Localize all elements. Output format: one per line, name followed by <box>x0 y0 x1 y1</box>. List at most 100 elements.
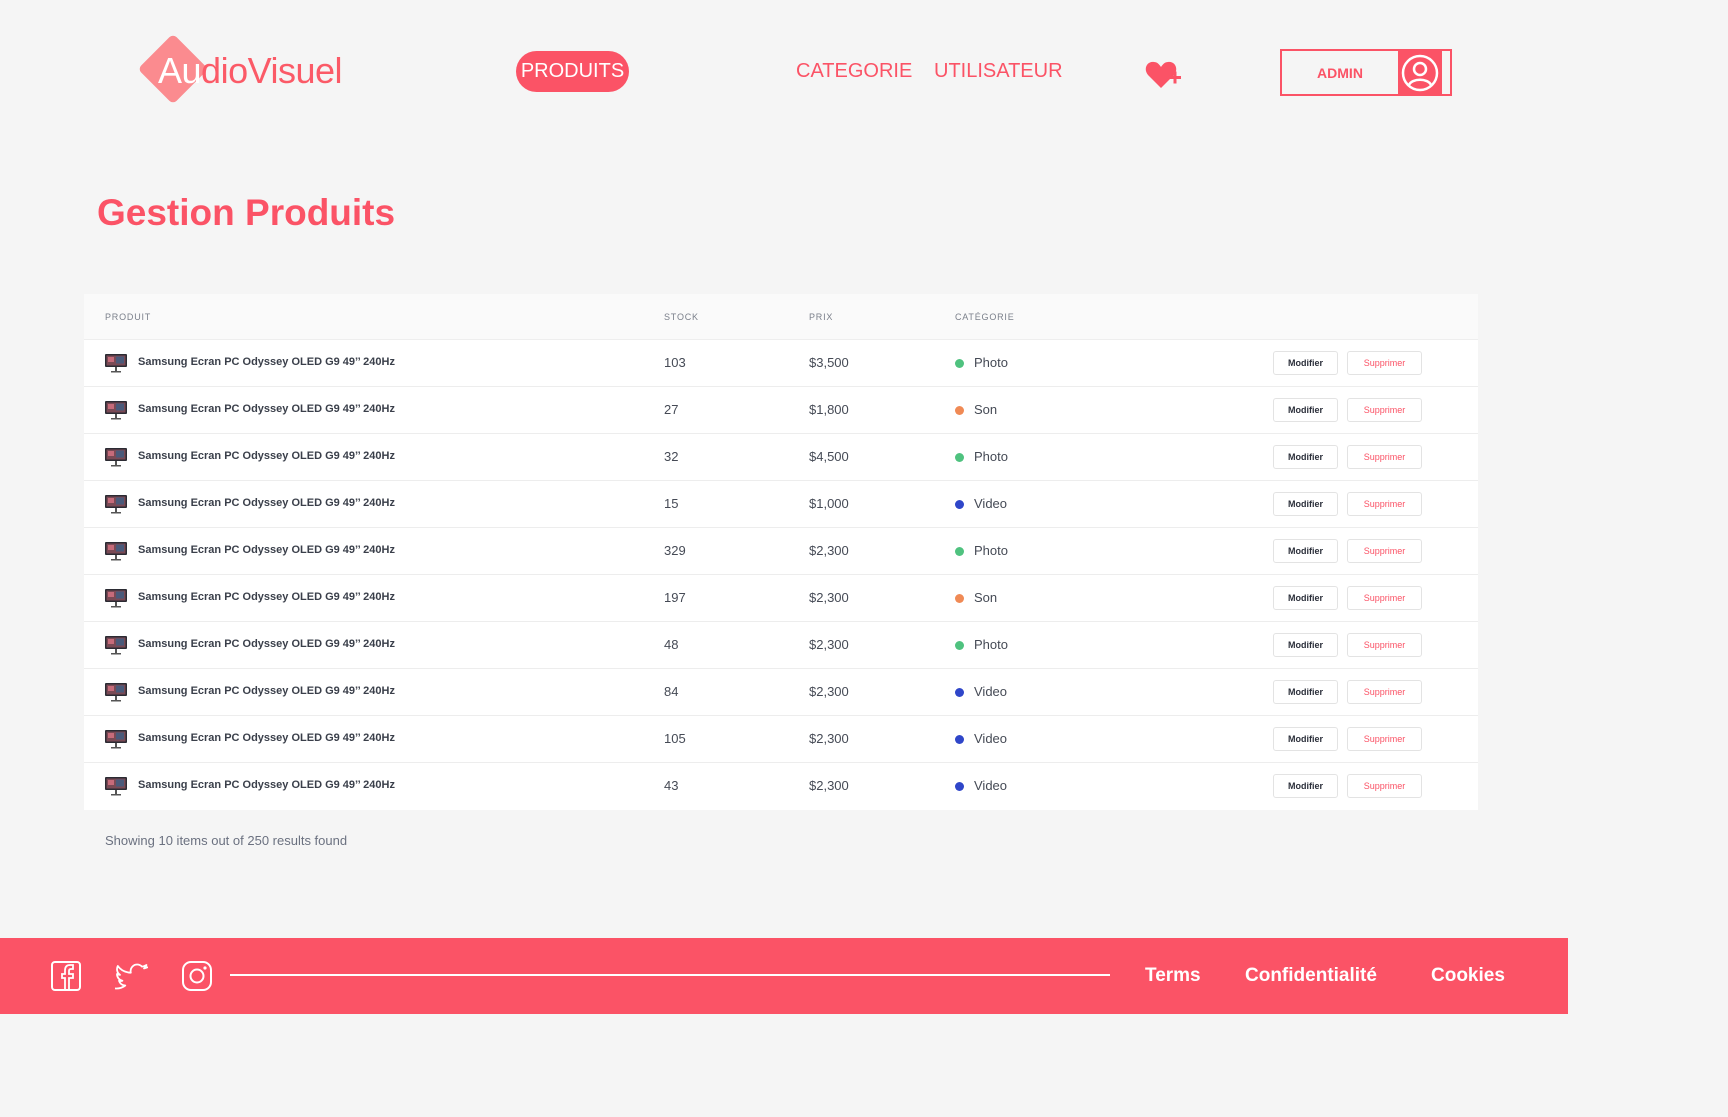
category-dot <box>955 500 964 509</box>
product-price: $2,300 <box>809 543 849 558</box>
delete-button[interactable]: Supprimer <box>1347 351 1422 375</box>
product-price: $2,300 <box>809 731 849 746</box>
product-thumbnail <box>105 588 127 608</box>
nav-produits[interactable]: PRODUITS <box>516 51 629 92</box>
user-circle-icon <box>1398 51 1442 94</box>
delete-button[interactable]: Supprimer <box>1347 586 1422 610</box>
edit-button[interactable]: Modifier <box>1273 680 1338 704</box>
product-thumbnail <box>105 400 127 420</box>
category-dot <box>955 782 964 791</box>
category-dot <box>955 547 964 556</box>
edit-button[interactable]: Modifier <box>1273 445 1338 469</box>
cookies-link[interactable]: Cookies <box>1431 965 1505 987</box>
product-category: Son <box>974 590 998 605</box>
admin-account-button[interactable]: ADMIN <box>1280 49 1452 96</box>
nav-categorie[interactable]: CATEGORIE <box>796 60 912 83</box>
delete-button[interactable]: Supprimer <box>1347 774 1422 798</box>
product-stock: 197 <box>664 590 686 605</box>
delete-button[interactable]: Supprimer <box>1347 633 1422 657</box>
product-thumbnail <box>105 682 127 702</box>
delete-button[interactable]: Supprimer <box>1347 680 1422 704</box>
logo-text: AudioVisuel <box>158 50 342 91</box>
edit-button[interactable]: Modifier <box>1273 586 1338 610</box>
category-dot <box>955 641 964 650</box>
edit-button[interactable]: Modifier <box>1273 492 1338 516</box>
delete-button[interactable]: Supprimer <box>1347 727 1422 751</box>
facebook-icon[interactable] <box>49 959 83 993</box>
table-row: Samsung Ecran PC Odyssey OLED G9 49’’ 24… <box>84 434 1478 481</box>
product-stock: 43 <box>664 778 679 793</box>
table-row: Samsung Ecran PC Odyssey OLED G9 49’’ 24… <box>84 575 1478 622</box>
category-dot <box>955 688 964 697</box>
product-stock: 329 <box>664 543 686 558</box>
product-stock: 103 <box>664 355 686 370</box>
product-stock: 15 <box>664 496 679 511</box>
product-price: $4,500 <box>809 449 849 464</box>
table-row: Samsung Ecran PC Odyssey OLED G9 49’’ 24… <box>84 481 1478 528</box>
table-row: Samsung Ecran PC Odyssey OLED G9 49’’ 24… <box>84 716 1478 763</box>
delete-button[interactable]: Supprimer <box>1347 492 1422 516</box>
product-stock: 48 <box>664 637 679 652</box>
product-name: Samsung Ecran PC Odyssey OLED G9 49’’ 24… <box>138 356 395 368</box>
category-dot <box>955 594 964 603</box>
product-thumbnail <box>105 541 127 561</box>
column-header-produit: PRODUIT <box>105 312 152 322</box>
table-header: PRODUIT STOCK PRIX CATÉGORIE <box>84 294 1478 340</box>
result-summary: Showing 10 items out of 250 results foun… <box>105 833 348 848</box>
product-price: $1,800 <box>809 402 849 417</box>
table-row: Samsung Ecran PC Odyssey OLED G9 49’’ 24… <box>84 387 1478 434</box>
column-header-stock: STOCK <box>664 312 699 322</box>
product-thumbnail <box>105 494 127 514</box>
table-row: Samsung Ecran PC Odyssey OLED G9 49’’ 24… <box>84 340 1478 387</box>
edit-button[interactable]: Modifier <box>1273 633 1338 657</box>
twitter-icon[interactable] <box>114 959 149 993</box>
product-price: $2,300 <box>809 684 849 699</box>
product-name: Samsung Ecran PC Odyssey OLED G9 49’’ 24… <box>138 732 395 744</box>
product-name: Samsung Ecran PC Odyssey OLED G9 49’’ 24… <box>138 685 395 697</box>
category-dot <box>955 359 964 368</box>
delete-button[interactable]: Supprimer <box>1347 398 1422 422</box>
product-category: Photo <box>974 543 1008 558</box>
product-name: Samsung Ecran PC Odyssey OLED G9 49’’ 24… <box>138 497 395 509</box>
product-category: Video <box>974 496 1008 511</box>
delete-button[interactable]: Supprimer <box>1347 445 1422 469</box>
edit-button[interactable]: Modifier <box>1273 539 1338 563</box>
product-price: $1,000 <box>809 496 849 511</box>
terms-link[interactable]: Terms <box>1145 965 1201 987</box>
footer-divider <box>230 974 1110 976</box>
heart-plus-icon[interactable] <box>1144 58 1184 92</box>
edit-button[interactable]: Modifier <box>1273 774 1338 798</box>
product-stock: 105 <box>664 731 686 746</box>
table-row: Samsung Ecran PC Odyssey OLED G9 49’’ 24… <box>84 622 1478 669</box>
nav-utilisateur[interactable]: UTILISATEUR <box>934 60 1063 83</box>
product-price: $2,300 <box>809 590 849 605</box>
category-dot <box>955 406 964 415</box>
product-category: Photo <box>974 355 1008 370</box>
table-body: Samsung Ecran PC Odyssey OLED G9 49’’ 24… <box>84 340 1478 810</box>
product-name: Samsung Ecran PC Odyssey OLED G9 49’’ 24… <box>138 591 395 603</box>
table-row: Samsung Ecran PC Odyssey OLED G9 49’’ 24… <box>84 669 1478 716</box>
table-row: Samsung Ecran PC Odyssey OLED G9 49’’ 24… <box>84 528 1478 575</box>
delete-button[interactable]: Supprimer <box>1347 539 1422 563</box>
edit-button[interactable]: Modifier <box>1273 351 1338 375</box>
product-thumbnail <box>105 729 127 749</box>
edit-button[interactable]: Modifier <box>1273 727 1338 751</box>
edit-button[interactable]: Modifier <box>1273 398 1338 422</box>
confidentialite-link[interactable]: Confidentialité <box>1245 965 1377 987</box>
product-stock: 84 <box>664 684 679 699</box>
column-header-categorie: CATÉGORIE <box>955 312 1015 322</box>
product-thumbnail <box>105 447 127 467</box>
logo[interactable]: AudioVisuel <box>137 33 368 110</box>
product-category: Son <box>974 402 998 417</box>
instagram-icon[interactable] <box>180 959 214 993</box>
product-thumbnail <box>105 353 127 373</box>
product-name: Samsung Ecran PC Odyssey OLED G9 49’’ 24… <box>138 779 395 791</box>
product-stock: 27 <box>664 402 679 417</box>
page-title: Gestion Produits <box>97 192 396 233</box>
product-price: $2,300 <box>809 637 849 652</box>
footer: Terms Confidentialité Cookies <box>0 938 1568 1014</box>
product-category: Video <box>974 778 1008 793</box>
table-row: Samsung Ecran PC Odyssey OLED G9 49’’ 24… <box>84 763 1478 810</box>
product-name: Samsung Ecran PC Odyssey OLED G9 49’’ 24… <box>138 403 395 415</box>
category-dot <box>955 735 964 744</box>
